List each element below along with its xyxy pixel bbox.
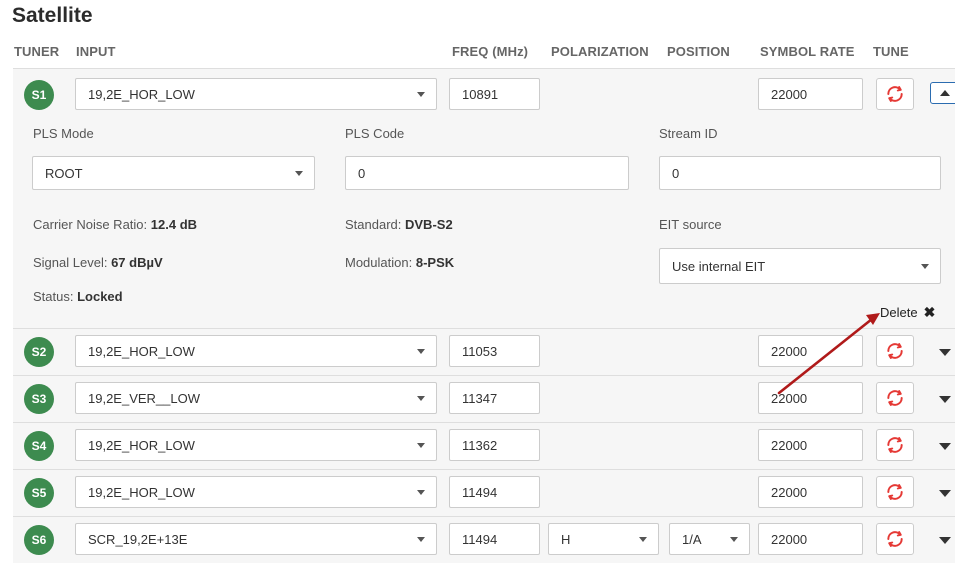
status-label: Status: [33, 289, 74, 304]
chevron-down-icon [417, 396, 425, 401]
tuner-badge-s5: S5 [24, 478, 54, 508]
chevron-down-icon [417, 92, 425, 97]
pls-code-label: PLS Code [345, 126, 405, 141]
refresh-icon [887, 437, 903, 453]
chevron-down-icon [295, 171, 303, 176]
standard-value: DVB-S2 [405, 217, 453, 232]
delete-label: Delete [880, 305, 918, 320]
tuner-badge-s3: S3 [24, 384, 54, 414]
position-value: 1/A [682, 531, 702, 547]
input-select-s6[interactable]: SCR_19,2E+13E [75, 523, 437, 555]
chevron-down-icon [639, 537, 647, 542]
signal-level: Signal Level: 67 dBµV [33, 255, 163, 270]
carrier-noise-ratio-label: Carrier Noise Ratio: [33, 217, 148, 232]
input-select-s3[interactable]: 19,2E_VER__LOW [75, 382, 437, 414]
position-select-s6[interactable]: 1/A [669, 523, 750, 555]
tune-button-s4[interactable] [876, 429, 914, 461]
freq-field-s2[interactable]: 11053 [449, 335, 540, 367]
input-select-value: 19,2E_HOR_LOW [88, 343, 195, 359]
symbol-rate-field-s5[interactable]: 22000 [758, 476, 863, 508]
symbol-rate-field-s1[interactable]: 22000 [758, 78, 863, 110]
header-tuner: TUNER [14, 44, 60, 59]
pls-code-field[interactable]: 0 [345, 156, 629, 190]
carrier-noise-ratio-value: 12.4 dB [150, 217, 198, 232]
eit-source-value: Use internal EIT [672, 258, 766, 274]
pls-mode-value: ROOT [45, 165, 83, 181]
symbol-rate-field-s2[interactable]: 22000 [758, 335, 863, 367]
freq-field-s5[interactable]: 11494 [449, 476, 540, 508]
polarization-select-s6[interactable]: H [548, 523, 659, 555]
status-value: Locked [77, 289, 123, 304]
symbol-rate-field-s3[interactable]: 22000 [758, 382, 863, 414]
modulation-value: 8-PSK [415, 255, 455, 270]
eit-source-label: EIT source [659, 217, 722, 232]
modulation: Modulation: 8-PSK [345, 255, 454, 270]
eit-source-select[interactable]: Use internal EIT [659, 248, 941, 284]
symbol-rate-field-s6[interactable]: 22000 [758, 523, 863, 555]
tuner-badge-s1: S1 [24, 80, 54, 110]
header-freq: FREQ (MHz) [452, 44, 529, 59]
collapse-button-s1[interactable] [930, 82, 955, 104]
freq-field-s4[interactable]: 11362 [449, 429, 540, 461]
input-select-value: SCR_19,2E+13E [88, 531, 188, 547]
signal-level-value: 67 dBµV [111, 255, 163, 270]
tune-button-s3[interactable] [876, 382, 914, 414]
freq-field-s1[interactable]: 10891 [449, 78, 540, 110]
expand-chevron-down-icon[interactable] [939, 349, 951, 356]
refresh-icon [887, 484, 903, 500]
freq-field-s3[interactable]: 11347 [449, 382, 540, 414]
input-select-value: 19,2E_HOR_LOW [88, 437, 195, 453]
tune-button-s5[interactable] [876, 476, 914, 508]
header-symbol-rate: SYMBOL RATE [760, 44, 855, 59]
input-select-s1[interactable]: 19,2E_HOR_LOW [75, 78, 437, 110]
tune-button-s1[interactable] [876, 78, 914, 110]
expand-chevron-down-icon[interactable] [939, 537, 951, 544]
header-position: POSITION [667, 44, 730, 59]
chevron-down-icon [730, 537, 738, 542]
delete-button[interactable]: Delete ✖ [880, 304, 935, 321]
tuner-badge-s2: S2 [24, 337, 54, 367]
header-polarization: POLARIZATION [551, 44, 649, 59]
chevron-down-icon [417, 349, 425, 354]
header-tune: TUNE [873, 44, 909, 59]
signal-level-label: Signal Level: [33, 255, 108, 270]
expand-chevron-down-icon[interactable] [939, 490, 951, 497]
tune-button-s2[interactable] [876, 335, 914, 367]
page-title: Satellite [12, 4, 93, 27]
carrier-noise-ratio: Carrier Noise Ratio: 12.4 dB [33, 217, 197, 232]
tuner-badge-s4: S4 [24, 431, 54, 461]
stream-id-field[interactable]: 0 [659, 156, 941, 190]
pls-mode-label: PLS Mode [33, 126, 94, 141]
status: Status: Locked [33, 289, 123, 304]
input-select-s4[interactable]: 19,2E_HOR_LOW [75, 429, 437, 461]
chevron-down-icon [417, 490, 425, 495]
refresh-icon [887, 343, 903, 359]
standard: Standard: DVB-S2 [345, 217, 453, 232]
stream-id-label: Stream ID [659, 126, 718, 141]
standard-label: Standard: [345, 217, 402, 232]
input-select-s2[interactable]: 19,2E_HOR_LOW [75, 335, 437, 367]
tuner-badge-s6: S6 [24, 525, 54, 555]
input-select-s5[interactable]: 19,2E_HOR_LOW [75, 476, 437, 508]
pls-mode-select[interactable]: ROOT [32, 156, 315, 190]
refresh-icon [887, 390, 903, 406]
chevron-up-icon [940, 90, 950, 96]
expand-chevron-down-icon[interactable] [939, 396, 951, 403]
tune-button-s6[interactable] [876, 523, 914, 555]
freq-field-s6[interactable]: 11494 [449, 523, 540, 555]
chevron-down-icon [921, 264, 929, 269]
close-icon: ✖ [923, 304, 936, 320]
refresh-icon [887, 86, 903, 103]
polarization-value: H [561, 531, 571, 547]
symbol-rate-field-s4[interactable]: 22000 [758, 429, 863, 461]
refresh-icon [887, 531, 903, 547]
chevron-down-icon [417, 443, 425, 448]
modulation-label: Modulation: [345, 255, 413, 270]
input-select-value: 19,2E_HOR_LOW [88, 484, 195, 500]
header-input: INPUT [76, 44, 116, 59]
expand-chevron-down-icon[interactable] [939, 443, 951, 450]
input-select-value: 19,2E_VER__LOW [88, 390, 201, 406]
input-select-value: 19,2E_HOR_LOW [88, 86, 195, 102]
chevron-down-icon [417, 537, 425, 542]
